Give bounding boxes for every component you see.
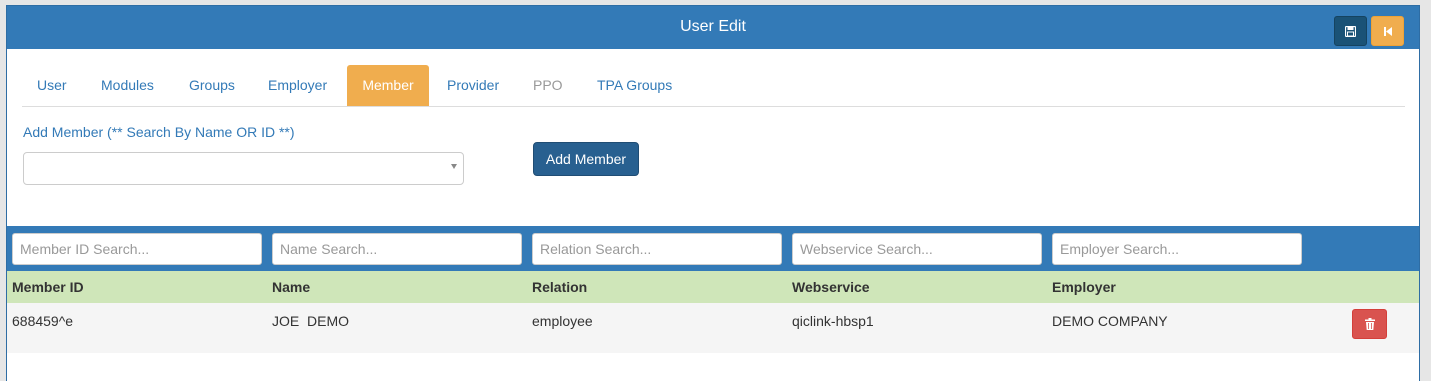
member-id-search-input[interactable] [12,233,262,265]
tab-modules[interactable]: Modules [86,65,169,106]
tab-groups[interactable]: Groups [174,65,250,106]
cell-webservice: qiclink-hbsp1 [792,313,874,329]
cell-relation: employee [532,313,593,329]
column-header-relation[interactable]: Relation [532,279,587,295]
column-header-name[interactable]: Name [272,279,310,295]
delete-member-button[interactable] [1352,309,1387,339]
tab-ppo: PPO [533,77,563,93]
tab-user[interactable]: User [22,65,82,106]
cell-name: JOE DEMO [272,313,350,329]
panel-header: User Edit [7,6,1419,49]
dropdown-arrow-icon [451,164,457,169]
back-button[interactable] [1371,16,1404,46]
tab-provider[interactable]: Provider [432,65,514,106]
user-edit-panel: User Edit User Modules Groups Employer M… [6,5,1420,381]
column-header-member-id[interactable]: Member ID [12,279,84,295]
save-button[interactable] [1334,16,1367,46]
cell-employer: DEMO COMPANY [1052,313,1168,329]
employer-search-input[interactable] [1052,233,1302,265]
add-member-label: Add Member (** Search By Name OR ID **) [23,124,295,140]
save-icon [1345,25,1356,37]
relation-search-input[interactable] [532,233,782,265]
tab-tpa-groups[interactable]: TPA Groups [582,65,687,106]
column-header-webservice[interactable]: Webservice [792,279,870,295]
filter-bar [7,226,1419,271]
webservice-search-input[interactable] [792,233,1042,265]
name-search-input[interactable] [272,233,522,265]
add-member-button[interactable]: Add Member [533,142,639,176]
step-backward-icon [1383,26,1392,36]
cell-member-id: 688459^e [12,313,74,329]
tab-member[interactable]: Member [347,65,429,106]
table-header: Member ID Name Relation Webservice Emplo… [7,271,1419,303]
table-row: 688459^e JOE DEMO employee qiclink-hbsp1… [7,303,1419,353]
page-title: User Edit [680,18,746,35]
tab-employer[interactable]: Employer [253,65,342,106]
member-search-select[interactable] [23,152,464,185]
tab-bar: User Modules Groups Employer Member Prov… [22,65,1405,107]
trash-icon [1364,318,1375,330]
column-header-employer[interactable]: Employer [1052,279,1116,295]
